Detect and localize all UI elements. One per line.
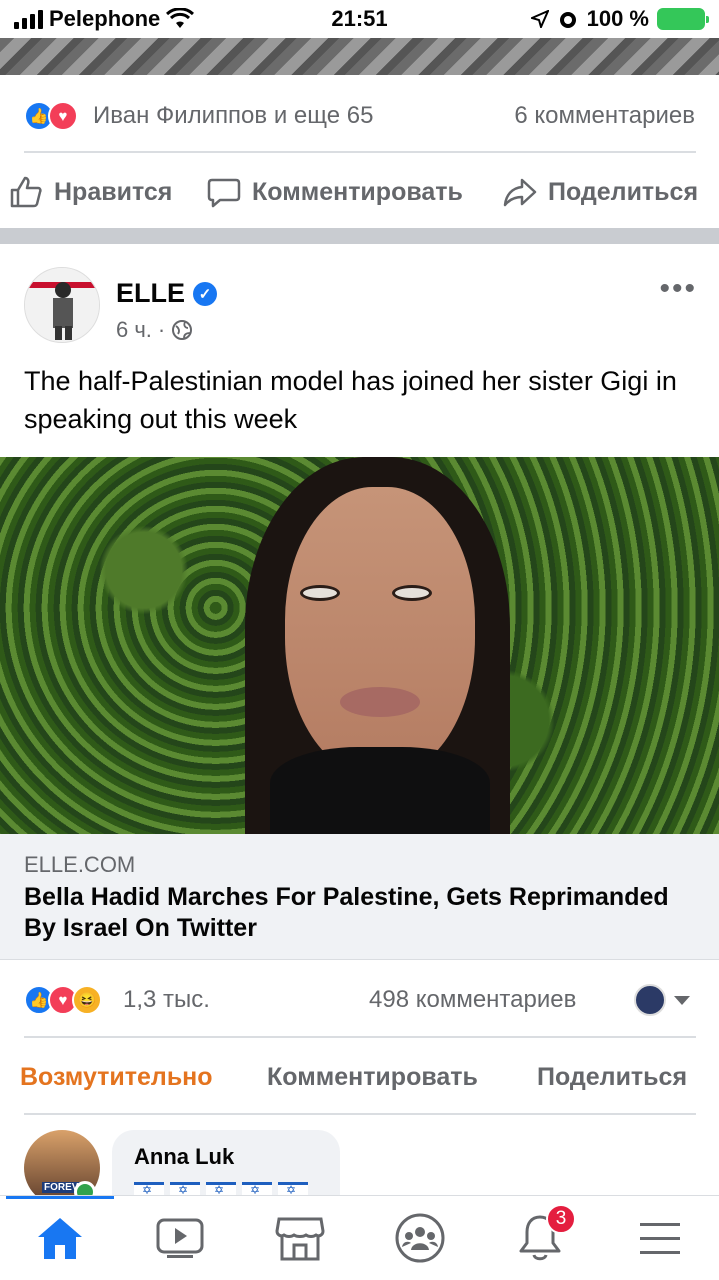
menu-icon <box>640 1223 680 1254</box>
avatar-image <box>25 268 99 342</box>
profile-avatar <box>634 984 666 1016</box>
tab-marketplace[interactable] <box>270 1212 330 1264</box>
link-title[interactable]: Bella Hadid Marches For Palestine, Gets … <box>24 882 674 944</box>
active-tab-indicator <box>6 1196 114 1199</box>
link-domain: ELLE.COM <box>24 852 136 877</box>
comment-label: Комментировать <box>252 177 463 206</box>
video-icon <box>156 1218 204 1258</box>
photo-turtleneck <box>270 747 490 834</box>
thumbs-up-icon <box>10 176 42 208</box>
location-icon <box>530 10 549 28</box>
divider <box>24 151 696 153</box>
share-label: Поделиться <box>548 177 699 206</box>
globe-icon <box>172 320 193 340</box>
divider <box>24 1036 696 1038</box>
haha-reaction-icon: 😆 <box>72 985 102 1015</box>
link-preview[interactable]: ELLE.COM Bella Hadid Marches For Palesti… <box>0 834 719 960</box>
more-options-icon[interactable]: ••• <box>659 272 697 306</box>
post-reactions-row[interactable]: 👍 ♥ 😆 1,3 тыс. 498 комментариев <box>0 980 719 1020</box>
feed-separator <box>0 228 719 244</box>
audience-selector[interactable] <box>634 984 690 1016</box>
photo-eye-left <box>300 585 340 601</box>
prev-actions-bar: Нравится Комментировать Поделиться <box>0 170 719 214</box>
post-text: The half-Palestinian model has joined he… <box>24 366 677 434</box>
post-author[interactable]: ELLE ✓ <box>116 278 218 309</box>
divider <box>24 1113 696 1115</box>
like-button[interactable]: Нравится <box>8 174 172 210</box>
commenter-name[interactable]: Anna Luk <box>134 1144 234 1170</box>
tab-groups[interactable] <box>390 1212 450 1264</box>
love-reaction-icon: ♥ <box>48 101 78 131</box>
tab-home[interactable] <box>30 1212 90 1264</box>
reaction-count[interactable]: 1,3 тыс. <box>123 986 210 1014</box>
elle-avatar[interactable] <box>24 267 100 343</box>
alarm-icon <box>559 12 576 28</box>
like-label: Нравится <box>54 177 173 206</box>
angry-reaction-button[interactable]: Возмутительно <box>20 1063 213 1092</box>
photo-eye-right <box>392 585 432 601</box>
share-button[interactable]: Поделиться <box>502 174 698 210</box>
share-button[interactable]: Поделиться <box>537 1063 687 1092</box>
comment-button[interactable]: Комментировать <box>267 1063 478 1092</box>
home-icon <box>38 1218 82 1259</box>
marketplace-icon <box>275 1217 325 1261</box>
tab-menu[interactable] <box>630 1212 690 1264</box>
facebook-feed: Pelephone 21:51 100 % 👍 ♥ Иван Филиппов … <box>0 0 719 1280</box>
share-icon <box>503 178 537 207</box>
notifications-badge: 3 <box>546 1204 576 1234</box>
comment-preview: FOREV Anna Luk <box>0 1125 719 1220</box>
photo-face <box>285 487 475 777</box>
prev-reactions-text[interactable]: Иван Филиппов и еще 65 <box>93 102 373 130</box>
tab-watch[interactable] <box>150 1212 210 1264</box>
chevron-down-icon <box>674 995 690 1005</box>
groups-icon <box>395 1213 445 1263</box>
status-bar: Pelephone 21:51 100 % <box>0 0 719 38</box>
post-meta: 6 ч. · <box>116 317 193 343</box>
prev-reactions-row[interactable]: 👍 ♥ Иван Филиппов и еще 65 6 комментарие… <box>0 96 719 136</box>
post-actions-bar: Возмутительно Комментировать Поделиться <box>0 1055 719 1099</box>
comment-icon <box>207 178 241 208</box>
battery-percent: 100 % <box>586 6 649 31</box>
verified-badge-icon: ✓ <box>193 281 218 306</box>
post-time[interactable]: 6 ч. <box>116 317 152 343</box>
photo-lips <box>340 687 420 717</box>
previous-post-image[interactable] <box>0 38 719 75</box>
separator-dot: · <box>157 317 166 342</box>
post-photo[interactable] <box>0 457 719 834</box>
comment-button[interactable]: Комментировать <box>206 174 463 210</box>
author-name[interactable]: ELLE <box>116 278 185 309</box>
tab-notifications[interactable]: 3 <box>510 1204 576 1264</box>
battery-icon <box>657 8 709 30</box>
post-comments-count[interactable]: 498 комментариев <box>369 986 576 1014</box>
prev-comments-count[interactable]: 6 комментариев <box>514 102 695 130</box>
bottom-tab-bar: 3 <box>0 1195 719 1280</box>
